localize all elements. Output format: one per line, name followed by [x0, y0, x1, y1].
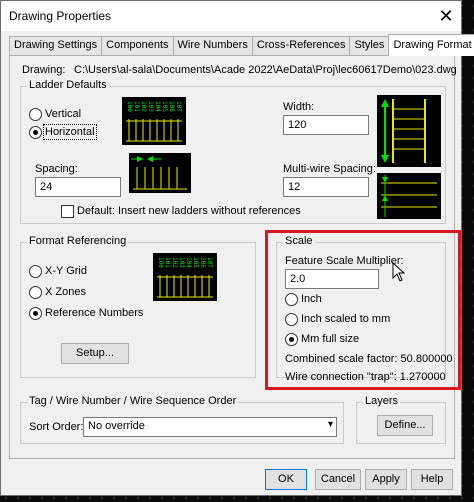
multiwire-input[interactable]: [283, 177, 369, 197]
ladder-ref-number: 101: [164, 257, 171, 268]
spacing-label: Spacing:: [35, 163, 78, 175]
ladder-ref-number: 100: [157, 257, 164, 268]
ladder-ref-number: 104: [185, 257, 192, 268]
ladder-ref-number: 103: [147, 101, 154, 112]
ladder-ref-number: 107: [175, 101, 182, 112]
default-label[interactable]: Default: Insert new ladders without refe…: [77, 205, 301, 217]
x-zones-label[interactable]: X Zones: [45, 286, 86, 298]
ladder-preview-svg: 100 101 102 103 104 105 106 107: [157, 257, 213, 298]
x-zones-radio[interactable]: [29, 286, 42, 299]
layers-group: Layers Define...: [356, 395, 446, 444]
horizontal-radio[interactable]: [29, 126, 42, 139]
ladder-ref-number: 105: [161, 101, 168, 112]
ladder-defaults-group: Ladder Defaults Vertical Horizontal 100 1…: [20, 79, 446, 224]
width-input[interactable]: [283, 115, 369, 135]
ladder-ref-number: 106: [168, 101, 175, 112]
ladder-ref-number: 106: [199, 257, 206, 268]
format-referencing-group: Format Referencing X-Y Grid X Zones Refe…: [20, 235, 256, 378]
cancel-button[interactable]: Cancel: [315, 469, 361, 490]
highlight-frame: [265, 230, 461, 390]
ladder-defaults-title: Ladder Defaults: [27, 79, 109, 91]
horizontal-ladder-preview: 100 101 102 103 104 105 106 107: [122, 97, 186, 145]
title-bar: Drawing Properties ✕: [1, 1, 461, 31]
ok-button[interactable]: OK: [265, 469, 307, 490]
xy-grid-radio[interactable]: [29, 265, 42, 278]
ladder-ref-number: 107: [206, 257, 213, 268]
width-preview-svg: [381, 99, 426, 163]
chevron-down-icon: ▾: [327, 419, 333, 430]
vertical-radio[interactable]: [29, 108, 42, 121]
ladder-preview-svg: 100 101 102 103 104 105 106 107: [126, 101, 182, 142]
tab-drawing-settings[interactable]: Drawing Settings: [9, 36, 103, 55]
xy-grid-label[interactable]: X-Y Grid: [45, 265, 87, 277]
vertical-label[interactable]: Vertical: [45, 108, 81, 120]
default-checkbox[interactable]: [61, 205, 74, 218]
sort-order-select[interactable]: No override ▾: [83, 417, 337, 437]
ladder-ref-number: 100: [126, 101, 133, 112]
ladder-ref-number: 102: [140, 101, 147, 112]
reference-numbers-label[interactable]: Reference Numbers: [45, 307, 143, 319]
tag-order-title: Tag / Wire Number / Wire Sequence Order: [27, 395, 239, 407]
setup-button[interactable]: Setup...: [61, 343, 129, 364]
tab-components[interactable]: Components: [101, 36, 174, 55]
close-icon[interactable]: ✕: [435, 5, 457, 27]
tag-order-group: Tag / Wire Number / Wire Sequence Order …: [20, 395, 344, 444]
mouse-cursor-icon: [392, 262, 406, 282]
tab-cross-references[interactable]: Cross-References: [251, 36, 351, 55]
reference-numbers-radio[interactable]: [29, 307, 42, 320]
ladder-ref-number: 104: [154, 101, 161, 112]
ladder-ref-number: 102: [171, 257, 178, 268]
width-preview: [377, 95, 441, 167]
help-button[interactable]: Help: [411, 469, 453, 490]
horizontal-label[interactable]: Horizontal: [43, 124, 97, 140]
spacing-preview-svg: [131, 156, 187, 190]
ladder-ref-number: 105: [192, 257, 199, 268]
tab-styles[interactable]: Styles: [349, 36, 390, 55]
sort-order-value: No override: [88, 420, 145, 432]
multiwire-preview-svg: [381, 175, 437, 217]
tab-drawing-format[interactable]: Drawing Format: [388, 34, 474, 56]
sort-order-label: Sort Order:: [29, 421, 84, 433]
format-referencing-title: Format Referencing: [27, 235, 129, 247]
window-title: Drawing Properties: [9, 9, 112, 23]
ladder-ref-number: 101: [133, 101, 140, 112]
layers-title: Layers: [363, 395, 401, 407]
reference-numbers-preview: 100 101 102 103 104 105 106 107: [153, 253, 217, 301]
ladder-ref-number: 103: [178, 257, 185, 268]
multiwire-label: Multi-wire Spacing:: [283, 163, 376, 175]
tab-strip: Drawing Settings Components Wire Numbers…: [9, 34, 474, 56]
tab-wire-numbers[interactable]: Wire Numbers: [172, 36, 253, 55]
width-label: Width:: [283, 101, 315, 113]
drawing-path: C:\Users\al-sala\Documents\Acade 2022\Ae…: [74, 64, 457, 76]
multiwire-preview: [377, 173, 441, 219]
drawing-label: Drawing:: [22, 64, 66, 76]
define-layers-button[interactable]: Define...: [377, 415, 433, 436]
spacing-input[interactable]: [35, 177, 121, 197]
spacing-preview: [129, 153, 191, 193]
apply-button[interactable]: Apply: [365, 469, 407, 490]
